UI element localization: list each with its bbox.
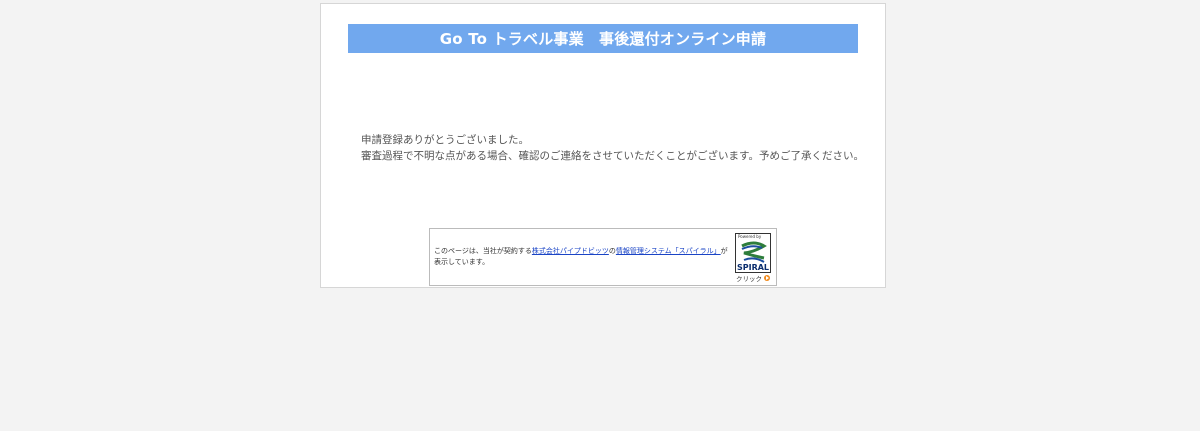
spiral-logo-box: Powered by SPIRAL [735,233,771,273]
company-link[interactable]: 株式会社パイプドビッツ [532,247,609,255]
banner-text-middle: の [608,247,616,255]
page-title: Go To トラベル事業 事後還付オンライン申請 [348,24,858,53]
banner-text-before: このページは、当社が契約する [434,247,532,255]
system-link[interactable]: 情報管理システム「スパイラル」 [616,247,721,255]
banner-text: このページは、当社が契約する株式会社パイプドビッツの情報管理システム「スパイラル… [434,246,730,268]
arrow-right-icon [764,275,770,281]
click-label: クリック [736,275,762,283]
message-line-1: 申請登録ありがとうございました。 [361,134,529,146]
spiral-brand-text: SPIRAL [736,263,770,272]
powered-by-banner: このページは、当社が契約する株式会社パイプドビッツの情報管理システム「スパイラル… [429,228,777,286]
spiral-logo[interactable]: Powered by SPIRAL クリック [735,233,771,283]
message-line-2: 審査過程で不明な点がある場合、確認のご連絡をさせていただくことがございます。予め… [361,150,864,162]
confirmation-message: 申請登録ありがとうございました。 審査過程で不明な点がある場合、確認のご連絡をさ… [361,132,864,164]
page-card: Go To トラベル事業 事後還付オンライン申請 申請登録ありがとうございました… [320,3,886,288]
click-label-row[interactable]: クリック [736,273,770,283]
